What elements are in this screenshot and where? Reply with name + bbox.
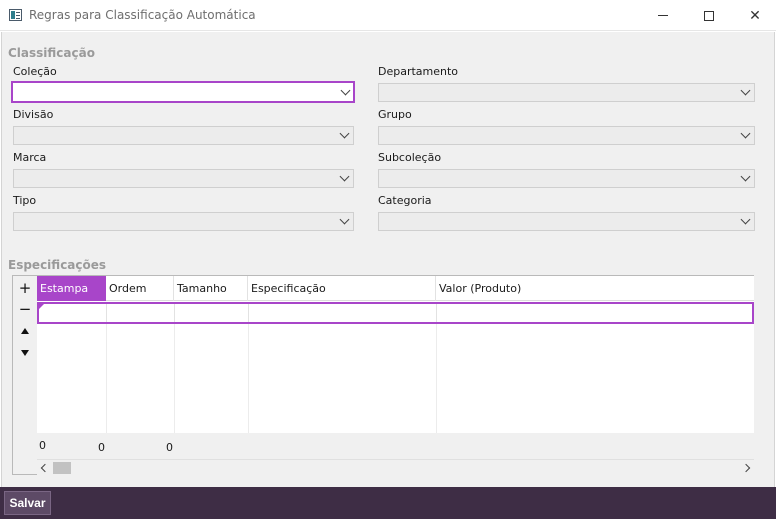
colecao-label: Coleção <box>13 65 57 78</box>
scrollbar-thumb[interactable] <box>53 462 71 474</box>
section-title-especificacoes: Especificações <box>8 258 107 272</box>
table-row[interactable] <box>37 302 754 324</box>
save-button[interactable]: Salvar <box>4 491 51 515</box>
remove-row-button[interactable]: − <box>15 299 35 319</box>
subcolecao-label: Subcoleção <box>378 151 442 164</box>
categoria-label: Categoria <box>378 194 432 207</box>
minus-icon: − <box>18 300 32 318</box>
chevron-down-icon <box>337 127 353 144</box>
column-header-valor-produto[interactable]: Valor (Produto) <box>436 276 754 301</box>
column-header-ordem[interactable]: Ordem <box>106 276 174 301</box>
cell-divider <box>106 304 107 322</box>
row-indicator-icon <box>39 304 44 309</box>
close-icon: ✕ <box>749 7 761 24</box>
horizontal-scrollbar[interactable] <box>37 459 754 475</box>
chevron-down-icon <box>738 213 754 230</box>
plus-icon: + <box>18 279 32 297</box>
grupo-combobox[interactable] <box>378 126 755 145</box>
divisao-label: Divisão <box>13 108 54 121</box>
minimize-button[interactable] <box>640 0 686 31</box>
marca-label: Marca <box>13 151 47 164</box>
move-down-button[interactable] <box>15 343 35 363</box>
footer-ordem-sum: 0 <box>98 441 105 454</box>
column-divider <box>436 324 437 433</box>
column-header-especificacao[interactable]: Especificação <box>248 276 436 301</box>
grid-footer: 0 0 0 <box>37 433 754 459</box>
grid-header: Estampa Ordem Tamanho Especificação Valo… <box>37 276 754 301</box>
column-divider <box>174 324 175 433</box>
marca-combobox[interactable] <box>13 169 354 188</box>
tipo-combobox[interactable] <box>13 212 354 231</box>
grupo-label: Grupo <box>378 108 412 121</box>
colecao-combobox[interactable] <box>11 81 355 103</box>
grid-toolbar: + − <box>13 276 37 436</box>
departamento-combobox[interactable] <box>378 83 755 102</box>
categoria-combobox[interactable] <box>378 212 755 231</box>
scroll-left-icon[interactable] <box>40 463 50 473</box>
chevron-down-icon <box>738 84 754 101</box>
chevron-down-icon <box>337 170 353 187</box>
chevron-down-icon <box>738 170 754 187</box>
divisao-combobox[interactable] <box>13 126 354 145</box>
departamento-label: Departamento <box>378 65 459 78</box>
especificacoes-grid-panel: + − Estampa Ordem Tamanho Especificação … <box>12 275 754 475</box>
cell-divider <box>436 304 437 322</box>
scroll-right-icon[interactable] <box>741 463 751 473</box>
close-button[interactable]: ✕ <box>732 0 776 31</box>
cell-divider <box>174 304 175 322</box>
title-bar: Regras para Classificação Automática ✕ <box>0 0 776 31</box>
add-row-button[interactable]: + <box>15 278 35 298</box>
chevron-down-icon <box>337 213 353 230</box>
arrow-up-icon <box>21 328 29 334</box>
window-title: Regras para Classificação Automática <box>29 8 256 22</box>
column-header-tamanho[interactable]: Tamanho <box>174 276 248 301</box>
maximize-icon <box>704 10 714 21</box>
app-icon <box>9 9 22 21</box>
arrow-down-icon <box>21 350 29 356</box>
cell-divider <box>248 304 249 322</box>
bottom-action-bar: Salvar <box>0 487 776 519</box>
footer-tamanho-sum: 0 <box>166 441 173 454</box>
maximize-button[interactable] <box>686 0 732 31</box>
move-up-button[interactable] <box>15 321 35 341</box>
column-header-estampa[interactable]: Estampa <box>37 276 106 301</box>
chevron-down-icon <box>338 82 354 102</box>
especificacoes-grid[interactable]: Estampa Ordem Tamanho Especificação Valo… <box>37 276 754 475</box>
tipo-label: Tipo <box>13 194 37 207</box>
chevron-down-icon <box>738 127 754 144</box>
subcolecao-combobox[interactable] <box>378 169 755 188</box>
column-divider <box>106 324 107 433</box>
footer-estampa-count: 0 <box>39 439 46 452</box>
minimize-icon <box>658 15 668 16</box>
column-divider <box>248 324 249 433</box>
section-title-classificacao: Classificação <box>8 46 95 60</box>
